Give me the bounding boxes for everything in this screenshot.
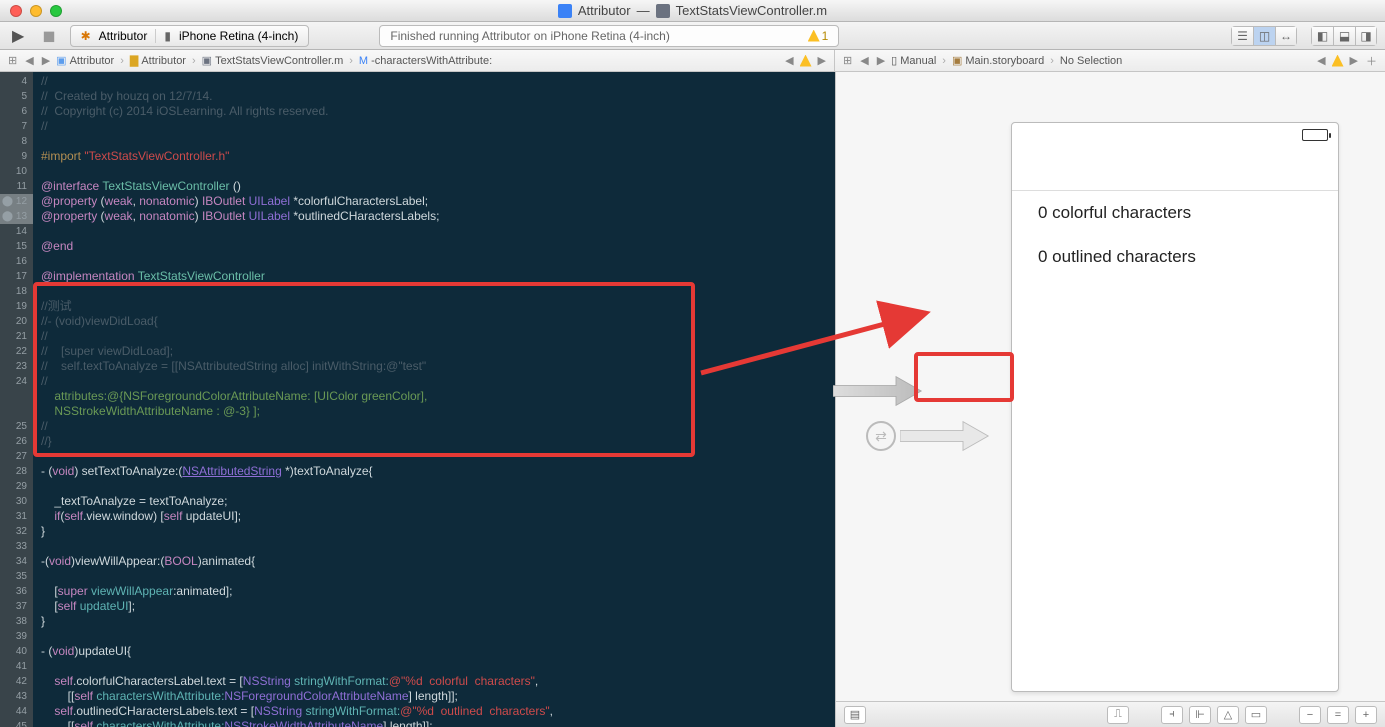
assistant-forward-button[interactable]: ▶: [875, 54, 887, 67]
label-colorful-characters[interactable]: 0 colorful characters: [1012, 191, 1338, 235]
version-editor-button[interactable]: ↔: [1275, 26, 1297, 46]
zoom-in-button[interactable]: +: [1355, 706, 1377, 724]
window-title: Attributor — TextStatsViewController.m: [0, 3, 1385, 18]
scheme-dest: iPhone Retina (4-inch): [179, 29, 298, 43]
back-button[interactable]: ◀: [23, 54, 35, 67]
assistant-back-button[interactable]: ◀: [858, 54, 870, 67]
title-app: Attributor: [578, 3, 631, 18]
source-editor[interactable]: 4567891011 ⬤ 12⬤ 131415161718 1920212223…: [0, 72, 835, 727]
ib-status-bar: [1012, 123, 1338, 191]
activity-viewer[interactable]: Finished running Attributor on iPhone Re…: [379, 25, 839, 47]
crumb-method[interactable]: -charactersWithAttribute:: [371, 55, 492, 67]
annotation-highlight-code: [33, 282, 695, 457]
resolve-issues-button[interactable]: △: [1217, 706, 1239, 724]
warning-count: 1: [822, 29, 829, 43]
issue-warning-icon: [800, 55, 812, 67]
related-items-icon[interactable]: ⊞: [6, 54, 19, 67]
project-icon: [558, 4, 572, 18]
title-file: TextStatsViewController.m: [676, 3, 828, 18]
assistant-next-button[interactable]: ▶: [1348, 54, 1360, 67]
toggle-utilities-button[interactable]: ◨: [1355, 26, 1377, 46]
assistant-warning-icon: [1332, 55, 1344, 67]
toggle-debug-button[interactable]: ⬓: [1333, 26, 1355, 46]
storyboard-icon: ▣: [952, 54, 962, 67]
forward-button[interactable]: ▶: [40, 54, 52, 67]
ib-canvas-toolbar: ▤ ⎍ ⫞ ⊩ △ ▭ − = +: [836, 701, 1385, 727]
window-titlebar: Attributor — TextStatsViewController.m: [0, 0, 1385, 22]
next-issue-button[interactable]: ▶: [816, 54, 828, 67]
file-icon: [656, 4, 670, 18]
scheme-separator: [155, 29, 156, 43]
file-m-icon: ▣: [202, 54, 212, 67]
assistant-prev-button[interactable]: ◀: [1315, 54, 1327, 67]
add-assistant-button[interactable]: ＋: [1364, 53, 1379, 69]
manual-icon: ▯: [891, 54, 897, 67]
target-icon: ✱: [81, 29, 91, 43]
battery-icon: [1302, 129, 1328, 141]
warning-icon: [808, 30, 820, 42]
method-icon: M: [359, 55, 368, 67]
assistant-editor-button[interactable]: ◫: [1253, 26, 1275, 46]
title-sep: —: [637, 3, 650, 18]
assistant-jump-bar[interactable]: ⊞ ◀ ▶ ▯Manual › ▣Main.storyboard › No Se…: [835, 50, 1385, 71]
project-icon-small: ▣: [56, 54, 66, 67]
toggle-navigator-button[interactable]: ◧: [1311, 26, 1333, 46]
document-outline-toggle[interactable]: ▤: [844, 706, 866, 724]
line-gutter[interactable]: 4567891011 ⬤ 12⬤ 131415161718 1920212223…: [0, 72, 33, 727]
device-icon: ▮: [164, 29, 171, 43]
crumb-project[interactable]: Attributor: [70, 55, 115, 67]
run-button[interactable]: ▶: [8, 26, 28, 46]
pin-button[interactable]: ⊩: [1189, 706, 1211, 724]
editor-layout-controls: ☰ ◫ ↔ ◧ ⬓ ◨: [1231, 26, 1377, 46]
align-button[interactable]: ⫞: [1161, 706, 1183, 724]
standard-editor-button[interactable]: ☰: [1231, 26, 1253, 46]
storyboard-segue-row: ⇄: [866, 417, 990, 455]
main-split: 4567891011 ⬤ 12⬤ 131415161718 1920212223…: [0, 72, 1385, 727]
crumb-file[interactable]: TextStatsViewController.m: [215, 55, 343, 67]
resizing-button[interactable]: ▭: [1245, 706, 1267, 724]
zoom-actual-button[interactable]: =: [1327, 706, 1349, 724]
crumb-folder[interactable]: Attributor: [141, 55, 186, 67]
storyboard-entry-arrows: [833, 372, 923, 410]
label-outlined-characters[interactable]: 0 outlined characters: [1012, 235, 1338, 279]
ib-scene-view[interactable]: 0 colorful characters 0 outlined charact…: [1011, 122, 1339, 692]
crumb-storyboard[interactable]: Main.storyboard: [965, 55, 1044, 67]
segue-arrow-top[interactable]: [833, 372, 923, 410]
folder-icon: ▇: [130, 54, 138, 67]
toolbar: ▶ ◼ ✱ Attributor ▮ iPhone Retina (4-inch…: [0, 22, 1385, 50]
segue-arrow-bottom[interactable]: [900, 417, 990, 455]
crumb-manual[interactable]: Manual: [900, 55, 936, 67]
crumb-noselection[interactable]: No Selection: [1060, 55, 1122, 67]
any-any-button[interactable]: ⎍: [1107, 706, 1129, 724]
zoom-out-button[interactable]: −: [1299, 706, 1321, 724]
prev-issue-button[interactable]: ◀: [783, 54, 795, 67]
annotation-highlight-segue: [914, 352, 1014, 402]
stop-button[interactable]: ◼: [38, 26, 59, 46]
scheme-selector[interactable]: ✱ Attributor ▮ iPhone Retina (4-inch): [70, 25, 310, 47]
assistant-related-icon[interactable]: ⊞: [841, 54, 854, 67]
assistant-editor[interactable]: 0 colorful characters 0 outlined charact…: [835, 72, 1385, 727]
scheme-name: Attributor: [99, 29, 148, 43]
activity-text: Finished running Attributor on iPhone Re…: [390, 29, 670, 43]
primary-jump-bar[interactable]: ⊞ ◀ ▶ ▣Attributor › ▇Attributor › ▣TextS…: [0, 50, 835, 71]
jump-bars: ⊞ ◀ ▶ ▣Attributor › ▇Attributor › ▣TextS…: [0, 50, 1385, 72]
segue-connector-icon[interactable]: ⇄: [866, 421, 896, 451]
warning-indicator[interactable]: 1: [808, 29, 829, 43]
